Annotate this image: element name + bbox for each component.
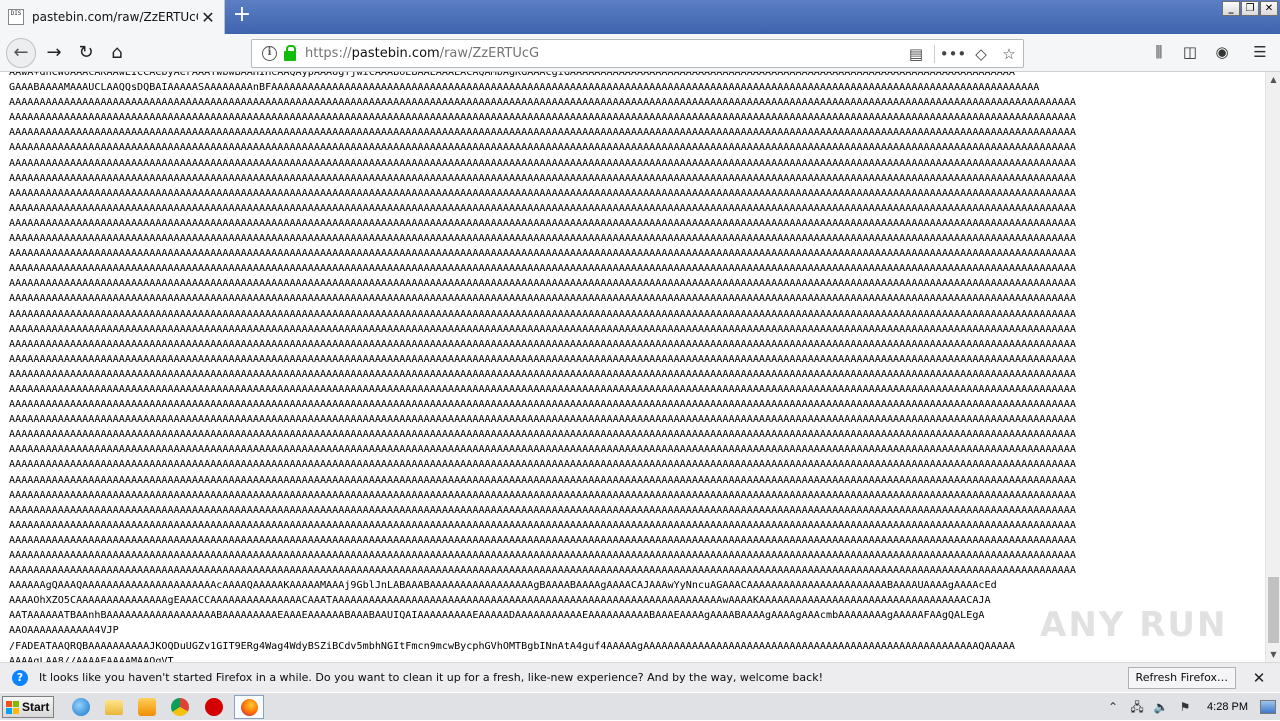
- notification-close-icon[interactable]: ✕: [1250, 669, 1268, 687]
- window-controls: _ ❐ ✕: [1222, 1, 1278, 16]
- home-button[interactable]: ⌂: [103, 39, 131, 67]
- minimize-button[interactable]: _: [1222, 1, 1240, 16]
- raw-text-line: AAAAAAAAAAAAAAAAAAAAAAAAAAAAAAAAAAAAAAAA…: [9, 127, 1076, 139]
- restore-button[interactable]: ❐: [1241, 1, 1259, 16]
- start-button[interactable]: Start: [2, 696, 54, 718]
- show-desktop-icon[interactable]: [1260, 700, 1276, 714]
- raw-text-line: AAAAAAAAAAAAAAAAAAAAAAAAAAAAAAAAAAAAAAAA…: [9, 399, 1076, 411]
- raw-text-line: AAAAAAAAAAAAAAAAAAAAAAAAAAAAAAAAAAAAAAAA…: [9, 278, 1076, 290]
- notification-message: It looks like you haven't started Firefo…: [39, 671, 823, 684]
- tab-strip: DIS pastebin.com/raw/ZzERTUcG ✕ + _ ❐ ✕: [0, 0, 1280, 34]
- raw-text-line: AAAAgLAA8//AAAAEAAAAMAAQqVT: [9, 655, 174, 662]
- refresh-firefox-button[interactable]: Refresh Firefox…: [1127, 666, 1236, 689]
- page-favicon-icon: DIS: [8, 9, 24, 25]
- raw-text-line: GAAABAAAAMAAAUCLAAQQsDQBAIAAAAASAAAAAAAA…: [9, 82, 1040, 94]
- raw-text-line: AAAAAAgQAAAQAAAAAAAAAAAAAAAAAAAAAAcAAAAQ…: [9, 580, 997, 592]
- library-icon[interactable]: ⫼: [1148, 43, 1170, 63]
- taskbar: Start ⌃ 🖧 🔈 ⚑ 4:28 PM: [0, 692, 1280, 720]
- menu-icon[interactable]: ☰: [1249, 43, 1271, 63]
- tab-title: pastebin.com/raw/ZzERTUcG: [32, 10, 198, 24]
- lock-icon: [284, 44, 296, 61]
- vertical-scrollbar[interactable]: ▲ ▼: [1265, 72, 1280, 662]
- reader-view-icon[interactable]: ▤: [902, 45, 930, 63]
- firefox-icon: [241, 699, 258, 716]
- raw-text-line: AAAAAAAAAAAAAAAAAAAAAAAAAAAAAAAAAAAAAAAA…: [9, 383, 1076, 395]
- action-center-flag-icon[interactable]: ⚑: [1177, 699, 1193, 715]
- url-text[interactable]: https://pastebin.com/raw/ZzERTUcG: [305, 46, 902, 61]
- start-label: Start: [22, 700, 50, 714]
- raw-text-line: AAAAAAAAAAAAAAAAAAAAAAAAAAAAAAAAAAAAAAAA…: [9, 444, 1076, 456]
- windows-logo-icon: [6, 700, 19, 714]
- opera-icon[interactable]: [205, 698, 223, 716]
- pocket-icon[interactable]: ◇: [967, 45, 995, 63]
- back-button[interactable]: ←: [6, 38, 36, 68]
- forward-button[interactable]: →: [40, 39, 68, 67]
- page-content: AAwA+dhCWoAAAcAKAAwEICCAebyAerAAAYwbwBAA…: [0, 72, 1265, 662]
- raw-text-line: AAAAAAAAAAAAAAAAAAAAAAAAAAAAAAAAAAAAAAAA…: [9, 112, 1076, 124]
- raw-text-line: AAAAAAAAAAAAAAAAAAAAAAAAAAAAAAAAAAAAAAAA…: [9, 142, 1076, 154]
- raw-text-line: AAAAAAAAAAAAAAAAAAAAAAAAAAAAAAAAAAAAAAAA…: [9, 534, 1076, 546]
- raw-text-line: AAAAAAAAAAAAAAAAAAAAAAAAAAAAAAAAAAAAAAAA…: [9, 474, 1076, 486]
- watermark-logo: ANY RUN: [1040, 605, 1228, 645]
- raw-text-line: AAAAAAAAAAAAAAAAAAAAAAAAAAAAAAAAAAAAAAAA…: [9, 429, 1076, 441]
- raw-text-line: AAAAAAAAAAAAAAAAAAAAAAAAAAAAAAAAAAAAAAAA…: [9, 550, 1076, 561]
- raw-text-line: AAAAAAAAAAAAAAAAAAAAAAAAAAAAAAAAAAAAAAAA…: [9, 338, 1076, 350]
- raw-text-line: AAAAAAAAAAAAAAAAAAAAAAAAAAAAAAAAAAAAAAAA…: [9, 157, 1076, 169]
- clock[interactable]: 4:28 PM: [1207, 701, 1248, 713]
- scroll-up-icon[interactable]: ▲: [1266, 72, 1280, 87]
- question-icon: ?: [12, 669, 28, 686]
- raw-text-line: AAAAAAAAAAAAAAAAAAAAAAAAAAAAAAAAAAAAAAAA…: [9, 414, 1076, 426]
- sidebar-icon[interactable]: ◫: [1179, 43, 1201, 63]
- internet-explorer-icon[interactable]: [72, 698, 90, 716]
- raw-text-line: AAwA+dhCWoAAAcAKAAwEICCAebyAerAAAYwbwBAA…: [9, 72, 1015, 78]
- raw-text-line: AAAAAAAAAAAAAAAAAAAAAAAAAAAAAAAAAAAAAAAA…: [9, 459, 1076, 471]
- url-path: /raw/ZzERTUcG: [439, 46, 540, 61]
- firefox-taskbar-button[interactable]: [234, 695, 264, 719]
- raw-text-line: AAAAAAAAAAAAAAAAAAAAAAAAAAAAAAAAAAAAAAAA…: [9, 97, 1076, 109]
- page-actions-icon[interactable]: •••: [939, 45, 967, 63]
- raw-text-line: AAAAAAAAAAAAAAAAAAAAAAAAAAAAAAAAAAAAAAAA…: [9, 504, 1076, 516]
- scroll-down-icon[interactable]: ▼: [1266, 647, 1280, 662]
- raw-text-line: AAAAAAAAAAAAAAAAAAAAAAAAAAAAAAAAAAAAAAAA…: [9, 323, 1076, 335]
- network-icon[interactable]: 🖧: [1129, 699, 1145, 715]
- tray-expand-icon[interactable]: ⌃: [1105, 699, 1121, 715]
- reload-button[interactable]: ↻: [72, 39, 100, 67]
- volume-icon[interactable]: 🔈: [1153, 699, 1169, 715]
- raw-text-line: AAAAAAAAAAAAAAAAAAAAAAAAAAAAAAAAAAAAAAAA…: [9, 293, 1076, 305]
- scrollbar-thumb[interactable]: [1268, 577, 1279, 643]
- raw-text-line: AAAAAAAAAAAAAAAAAAAAAAAAAAAAAAAAAAAAAAAA…: [9, 172, 1076, 184]
- raw-paste-text: AAwA+dhCWoAAAcAKAAwEICCAebyAerAAAYwbwBAA…: [0, 72, 1265, 662]
- close-window-button[interactable]: ✕: [1260, 1, 1278, 16]
- tab-pastebin[interactable]: DIS pastebin.com/raw/ZzERTUcG ✕: [0, 0, 225, 34]
- raw-text-line: AAAAAAAAAAAAAAAAAAAAAAAAAAAAAAAAAAAAAAAA…: [9, 217, 1076, 229]
- raw-text-line: AAAAAAAAAAAAAAAAAAAAAAAAAAAAAAAAAAAAAAAA…: [9, 248, 1076, 260]
- file-explorer-icon[interactable]: [105, 700, 123, 715]
- url-bar[interactable]: i https://pastebin.com/raw/ZzERTUcG ▤ ••…: [251, 39, 1024, 68]
- raw-text-line: AAAAAAAAAAAAAAAAAAAAAAAAAAAAAAAAAAAAAAAA…: [9, 368, 1076, 380]
- url-host: pastebin.com: [351, 46, 440, 61]
- media-player-icon[interactable]: [138, 698, 156, 716]
- new-tab-button[interactable]: +: [230, 4, 254, 28]
- raw-text-line: AAAAAAAAAAAAAAAAAAAAAAAAAAAAAAAAAAAAAAAA…: [9, 308, 1076, 320]
- url-prefix: https://: [305, 46, 352, 61]
- url-separator: [934, 44, 935, 63]
- tab-close-icon[interactable]: ✕: [198, 8, 218, 27]
- bookmark-star-icon[interactable]: ☆: [995, 45, 1023, 63]
- system-tray: ⌃ 🖧 🔈 ⚑ 4:28 PM: [1097, 693, 1280, 721]
- navigation-toolbar: ← → ↻ ⌂ i https://pastebin.com/raw/ZzERT…: [0, 34, 1280, 72]
- chrome-icon[interactable]: [171, 698, 189, 716]
- raw-text-line: AAAAAAAAAAAAAAAAAAAAAAAAAAAAAAAAAAAAAAAA…: [9, 353, 1076, 365]
- raw-text-line: AAAAAAAAAAAAAAAAAAAAAAAAAAAAAAAAAAAAAAAA…: [9, 233, 1076, 245]
- notification-bar: ? It looks like you haven't started Fire…: [0, 662, 1280, 692]
- account-icon[interactable]: ◉: [1211, 43, 1233, 63]
- site-info-icon[interactable]: i: [262, 46, 277, 61]
- raw-text-line: AAAAAAAAAAAAAAAAAAAAAAAAAAAAAAAAAAAAAAAA…: [9, 565, 1076, 577]
- raw-text-line: AAAAAAAAAAAAAAAAAAAAAAAAAAAAAAAAAAAAAAAA…: [9, 263, 1076, 275]
- raw-text-line: AAAAAAAAAAAAAAAAAAAAAAAAAAAAAAAAAAAAAAAA…: [9, 187, 1076, 199]
- raw-text-line: AAAAAAAAAAAAAAAAAAAAAAAAAAAAAAAAAAAAAAAA…: [9, 519, 1076, 531]
- raw-text-line: AAAAAAAAAAAAAAAAAAAAAAAAAAAAAAAAAAAAAAAA…: [9, 489, 1076, 501]
- raw-text-line: AAAAAAAAAAAAAAAAAAAAAAAAAAAAAAAAAAAAAAAA…: [9, 202, 1076, 214]
